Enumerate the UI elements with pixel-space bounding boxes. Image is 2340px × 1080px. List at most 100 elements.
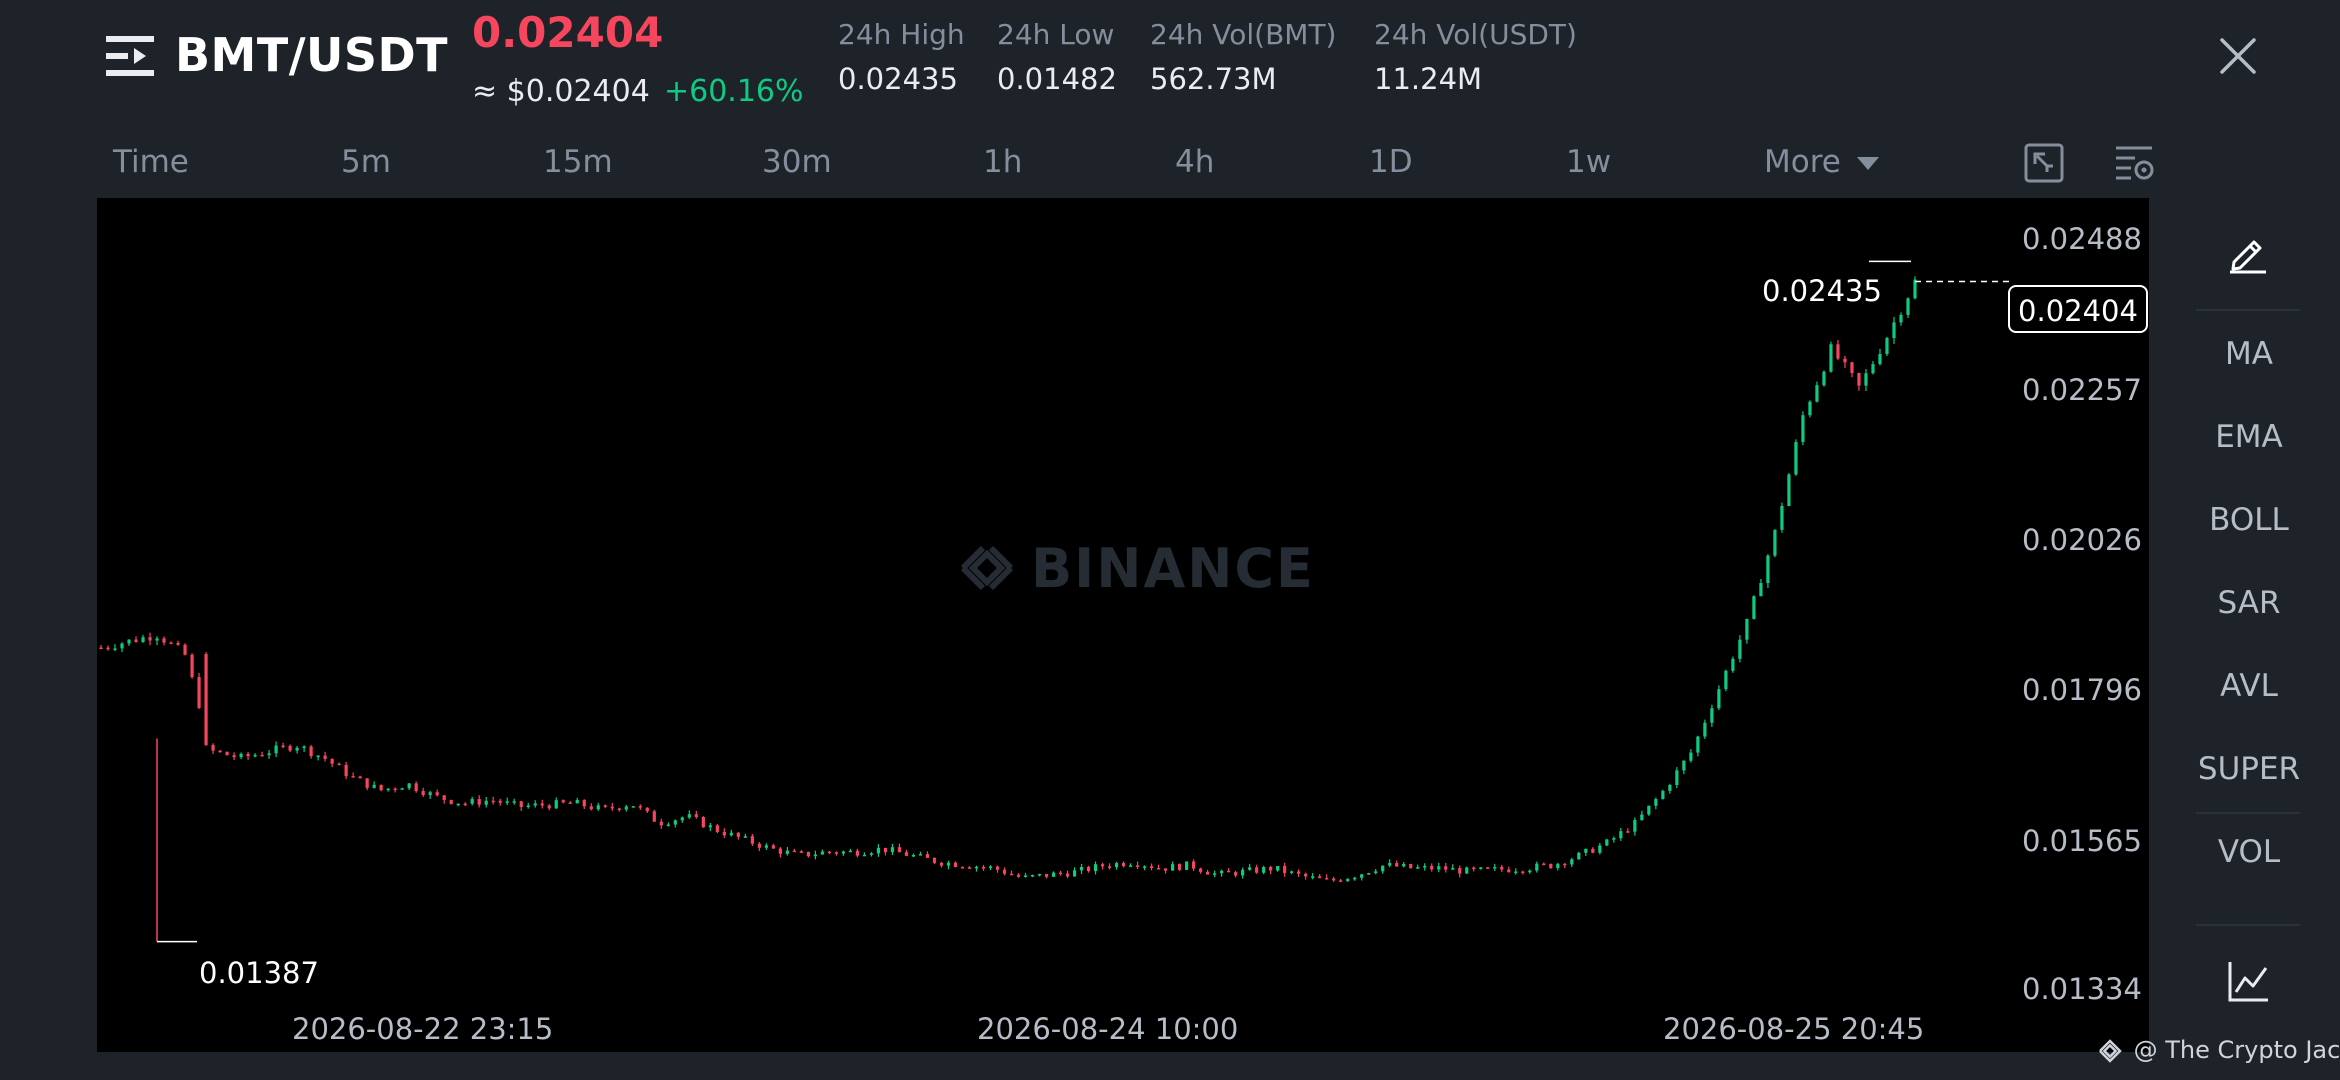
indicator-ema[interactable]: EMA — [2196, 419, 2302, 455]
candle-body — [708, 825, 712, 828]
candle-body — [1079, 867, 1084, 871]
tab-time[interactable]: Time — [113, 144, 189, 180]
candle-body — [554, 800, 558, 809]
candle-body — [190, 654, 194, 678]
candle-body — [1388, 862, 1392, 866]
candle-body — [1598, 845, 1602, 853]
candle-body — [491, 800, 495, 803]
candle-body — [1773, 529, 1777, 556]
candle-body — [848, 850, 853, 853]
candle-body — [568, 802, 572, 804]
candle-body — [1009, 873, 1014, 876]
candle-body — [855, 850, 860, 856]
candle-body — [260, 754, 264, 757]
tab-1h[interactable]: 1h — [983, 144, 1022, 180]
candle-body — [1871, 364, 1875, 374]
candle-body — [330, 758, 334, 764]
chart-settings-icon[interactable] — [2113, 142, 2155, 184]
candle-body — [470, 798, 474, 804]
candle-body — [771, 845, 775, 849]
candle-body — [1402, 864, 1406, 867]
candle-body — [1444, 866, 1448, 870]
candle-body — [225, 751, 229, 756]
candle-body — [519, 801, 523, 807]
candle-body — [1227, 870, 1231, 873]
trading-pair-title[interactable]: BMT/USDT — [175, 28, 448, 82]
candle-body — [372, 784, 376, 788]
menu-icon[interactable] — [106, 34, 154, 78]
indicator-ma[interactable]: MA — [2196, 336, 2302, 372]
candle-body — [1486, 867, 1490, 869]
candle-body — [169, 642, 173, 645]
candle-body — [1177, 864, 1182, 870]
line-chart-icon[interactable] — [2226, 958, 2272, 1004]
candle-body — [1493, 866, 1497, 869]
candle-body — [358, 776, 362, 779]
candle-body — [456, 803, 460, 806]
candle-body — [1234, 872, 1238, 876]
tab-15m[interactable]: 15m — [543, 144, 613, 180]
binance-watermark: BINANCE — [955, 536, 1315, 600]
candle-body — [778, 848, 782, 854]
candle-body — [1037, 873, 1042, 876]
candle-body — [1206, 871, 1210, 875]
candle-body — [981, 866, 986, 869]
candle-body — [589, 806, 593, 810]
candle-body — [701, 817, 705, 828]
candle-body — [1514, 871, 1518, 874]
indicator-avl[interactable]: AVL — [2196, 668, 2302, 704]
candle-body — [295, 747, 299, 751]
panel-divider — [2196, 924, 2300, 926]
candle-body — [1500, 866, 1504, 870]
candle-body — [484, 800, 488, 805]
candle-body — [1325, 878, 1329, 880]
tab-1w[interactable]: 1w — [1566, 144, 1611, 180]
candle-body — [1374, 871, 1378, 874]
candle-body — [1703, 722, 1707, 737]
candle-body — [134, 639, 138, 642]
candle-body — [1731, 658, 1735, 671]
candle-body — [1213, 873, 1217, 875]
tab-1d[interactable]: 1D — [1369, 144, 1413, 180]
candle-body — [1829, 344, 1833, 372]
more-timeframes-button[interactable]: More — [1764, 144, 1879, 180]
candle-body — [288, 745, 292, 751]
indicator-super[interactable]: SUPER — [2196, 751, 2302, 787]
candle-body — [757, 843, 761, 848]
caret-down-icon — [1856, 156, 1879, 170]
candle-body — [1899, 314, 1903, 323]
candle-body — [1745, 618, 1749, 640]
indicator-boll[interactable]: BOLL — [2196, 502, 2302, 538]
indicator-vol[interactable]: VOL — [2196, 834, 2302, 870]
price-chart[interactable]: BINANCE 0.02488 0.02257 0.02026 0.01796 … — [97, 198, 2149, 1052]
candle-body — [309, 746, 313, 757]
candle-body — [1241, 869, 1245, 876]
candle-body — [631, 806, 635, 808]
candle-body — [897, 847, 902, 853]
candle-body — [1689, 752, 1693, 761]
low-price-annotation: 0.01387 — [199, 956, 319, 990]
y-axis-tick: 0.01796 — [2022, 673, 2142, 707]
candle-body — [498, 800, 502, 803]
candle-body — [1570, 859, 1574, 865]
candle-body — [1808, 401, 1812, 416]
candle-body — [428, 792, 432, 796]
candle-body — [659, 821, 663, 826]
candle-body — [1640, 814, 1644, 821]
pencil-icon[interactable] — [2226, 230, 2270, 274]
candle-body — [1255, 867, 1259, 873]
candle-body — [1163, 868, 1168, 871]
candle-body — [575, 799, 579, 804]
fullscreen-exit-icon[interactable] — [2023, 142, 2065, 184]
candle-body — [449, 799, 453, 804]
candle-body — [1283, 866, 1287, 873]
candle-body — [750, 836, 754, 844]
tab-30m[interactable]: 30m — [762, 144, 832, 180]
candle-body — [596, 805, 600, 810]
tab-5m[interactable]: 5m — [341, 144, 391, 180]
close-icon[interactable] — [2216, 34, 2260, 78]
indicator-sar[interactable]: SAR — [2196, 585, 2302, 621]
tab-4h[interactable]: 4h — [1175, 144, 1214, 180]
candle-body — [1780, 505, 1784, 530]
candle-body — [645, 807, 649, 812]
